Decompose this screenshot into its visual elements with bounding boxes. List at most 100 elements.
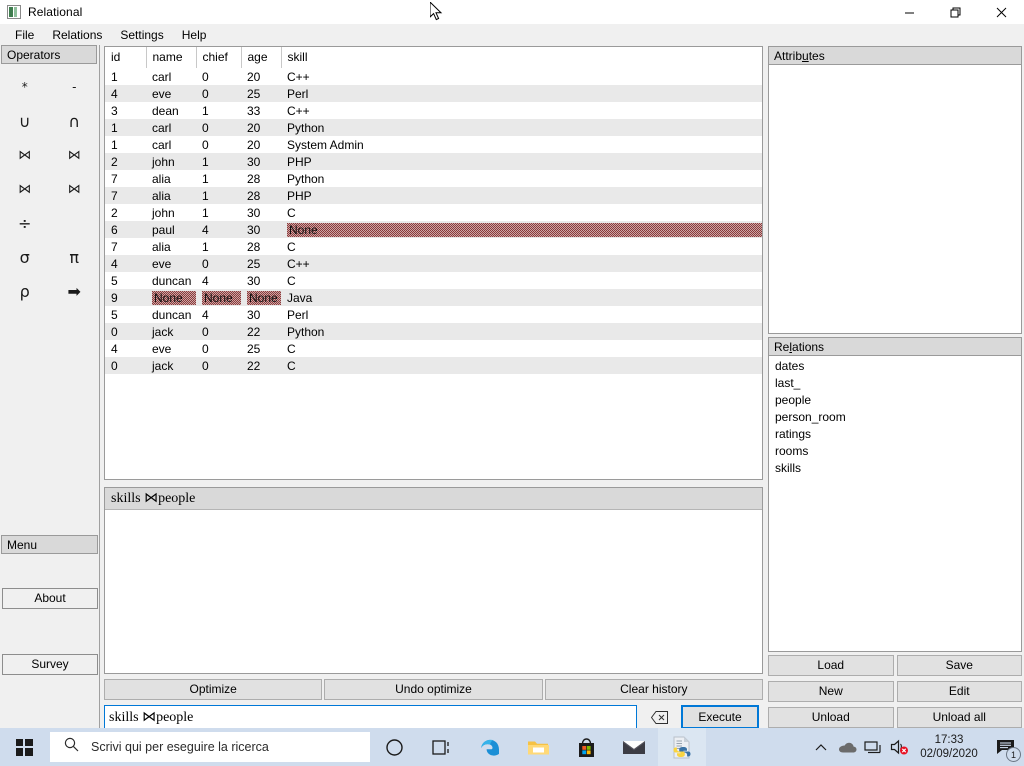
column-header-age[interactable]: age — [241, 47, 282, 69]
table-cell-name[interactable]: eve — [146, 255, 196, 272]
table-cell-age[interactable]: 22 — [241, 323, 281, 340]
column-header-name[interactable]: name — [146, 47, 197, 69]
table-cell-chief[interactable]: 0 — [196, 323, 241, 340]
table-cell-chief[interactable]: 0 — [196, 357, 241, 374]
result-table-panel[interactable]: id name chief age skill 1 carl 0 20 C++ 4 eve 0… — [104, 46, 763, 480]
intersection-operator[interactable]: ∩ — [50, 104, 100, 138]
left-outer-join-operator[interactable]: ⋈ — [0, 172, 50, 206]
table-cell-skill[interactable]: System Admin — [281, 136, 762, 153]
relation-list-item[interactable]: skills — [769, 460, 1021, 477]
table-cell-age[interactable]: 30 — [241, 153, 281, 170]
selection-operator[interactable]: σ — [0, 240, 50, 274]
table-row[interactable]: 5 duncan 4 30 C — [105, 272, 762, 289]
natural-join-operator[interactable]: ⋈ — [0, 138, 50, 172]
table-cell-name[interactable]: dean — [146, 102, 196, 119]
table-cell-skill[interactable]: C++ — [281, 68, 762, 85]
column-header-skill[interactable]: skill — [281, 47, 762, 69]
file-explorer-icon[interactable] — [514, 728, 562, 766]
clear-history-button[interactable]: Clear history — [544, 679, 763, 700]
table-cell-skill[interactable]: C++ — [281, 255, 762, 272]
execute-button[interactable]: Execute — [681, 705, 759, 729]
relation-list-item[interactable]: person_room — [769, 409, 1021, 426]
table-cell-age[interactable]: 28 — [241, 238, 281, 255]
table-cell-id[interactable]: 7 — [105, 187, 146, 204]
table-row[interactable]: 3 dean 1 33 C++ — [105, 102, 762, 119]
table-row[interactable]: 2 john 1 30 PHP — [105, 153, 762, 170]
table-cell-skill[interactable]: Python — [281, 323, 762, 340]
table-cell-id[interactable]: 4 — [105, 255, 146, 272]
table-cell-name[interactable]: eve — [146, 85, 196, 102]
edge-icon[interactable] — [466, 728, 514, 766]
table-cell-id[interactable]: 0 — [105, 357, 146, 374]
table-cell-skill[interactable]: C — [281, 357, 762, 374]
table-cell-name[interactable]: jack — [146, 323, 196, 340]
table-row[interactable]: 5 duncan 4 30 Perl — [105, 306, 762, 323]
table-cell-chief[interactable]: 1 — [196, 238, 241, 255]
projection-operator[interactable]: π — [50, 240, 100, 274]
table-cell-name[interactable]: None — [146, 289, 196, 306]
difference-operator[interactable]: - — [50, 70, 100, 104]
table-cell-age[interactable]: 28 — [241, 170, 281, 187]
table-cell-age[interactable]: None — [241, 289, 281, 306]
table-cell-skill[interactable]: C — [281, 272, 762, 289]
table-cell-id[interactable]: 7 — [105, 170, 146, 187]
undo-optimize-button[interactable]: Undo optimize — [324, 679, 543, 700]
minimize-button[interactable] — [886, 0, 932, 24]
history-panel[interactable]: skills ⋈people — [104, 487, 763, 674]
load-button[interactable]: Load — [768, 655, 894, 676]
table-cell-name[interactable]: john — [146, 204, 196, 221]
onedrive-icon[interactable] — [834, 728, 860, 766]
rename-operator[interactable]: ρ — [0, 274, 50, 308]
table-cell-age[interactable]: 28 — [241, 187, 281, 204]
division-operator[interactable]: ÷ — [0, 206, 50, 240]
table-cell-id[interactable]: 4 — [105, 85, 146, 102]
table-cell-skill[interactable]: Perl — [281, 85, 762, 102]
python-file-icon[interactable] — [658, 728, 706, 766]
table-cell-age[interactable]: 30 — [241, 306, 281, 323]
table-cell-skill[interactable]: C++ — [281, 102, 762, 119]
table-cell-skill[interactable]: Python — [281, 119, 762, 136]
relations-list[interactable]: dates last_ people person_room ratings rooms s… — [768, 356, 1022, 652]
table-cell-skill[interactable]: C — [281, 204, 762, 221]
menu-settings[interactable]: Settings — [111, 26, 172, 44]
menu-relations[interactable]: Relations — [43, 26, 111, 44]
network-icon[interactable] — [860, 728, 886, 766]
taskbar-search-box[interactable]: Scrivi qui per eseguire la ricerca — [50, 732, 370, 762]
table-row[interactable]: 0 jack 0 22 Python — [105, 323, 762, 340]
show-hidden-icons-chevron[interactable] — [808, 728, 834, 766]
table-cell-chief[interactable]: 1 — [196, 187, 241, 204]
taskbar-clock[interactable]: 17:33 02/09/2020 — [912, 728, 986, 766]
unload-button[interactable]: Unload — [768, 707, 894, 728]
table-cell-skill[interactable]: C — [281, 340, 762, 357]
table-cell-name[interactable]: john — [146, 153, 196, 170]
table-cell-skill[interactable]: Perl — [281, 306, 762, 323]
table-row[interactable]: 1 carl 0 20 System Admin — [105, 136, 762, 153]
table-cell-id[interactable]: 4 — [105, 340, 146, 357]
table-row[interactable]: 6 paul 4 30 None — [105, 221, 762, 238]
table-cell-name[interactable]: alia — [146, 238, 196, 255]
restore-button[interactable] — [932, 0, 978, 24]
relation-list-item[interactable]: dates — [769, 358, 1021, 375]
table-row[interactable]: 4 eve 0 25 Perl — [105, 85, 762, 102]
table-cell-age[interactable]: 25 — [241, 255, 281, 272]
table-cell-id[interactable]: 3 — [105, 102, 146, 119]
table-cell-skill[interactable]: C — [281, 238, 762, 255]
table-cell-chief[interactable]: 1 — [196, 204, 241, 221]
product-operator[interactable]: * — [0, 70, 50, 104]
table-cell-chief[interactable]: 0 — [196, 340, 241, 357]
table-cell-chief[interactable]: 0 — [196, 68, 241, 85]
table-cell-name[interactable]: alia — [146, 187, 196, 204]
close-button[interactable] — [978, 0, 1024, 24]
arrow-operator[interactable]: ➡ — [50, 274, 100, 308]
notifications-icon[interactable]: 1 — [986, 728, 1024, 766]
attributes-list[interactable] — [768, 65, 1022, 334]
table-row[interactable]: 4 eve 0 25 C++ — [105, 255, 762, 272]
relation-list-item[interactable]: last_ — [769, 375, 1021, 392]
table-cell-id[interactable]: 6 — [105, 221, 146, 238]
table-cell-chief[interactable]: 1 — [196, 170, 241, 187]
table-row[interactable]: 7 alia 1 28 Python — [105, 170, 762, 187]
menu-file[interactable]: File — [6, 26, 43, 44]
table-cell-chief[interactable]: 0 — [196, 255, 241, 272]
table-cell-skill[interactable]: None — [281, 221, 762, 238]
table-cell-name[interactable]: carl — [146, 119, 196, 136]
